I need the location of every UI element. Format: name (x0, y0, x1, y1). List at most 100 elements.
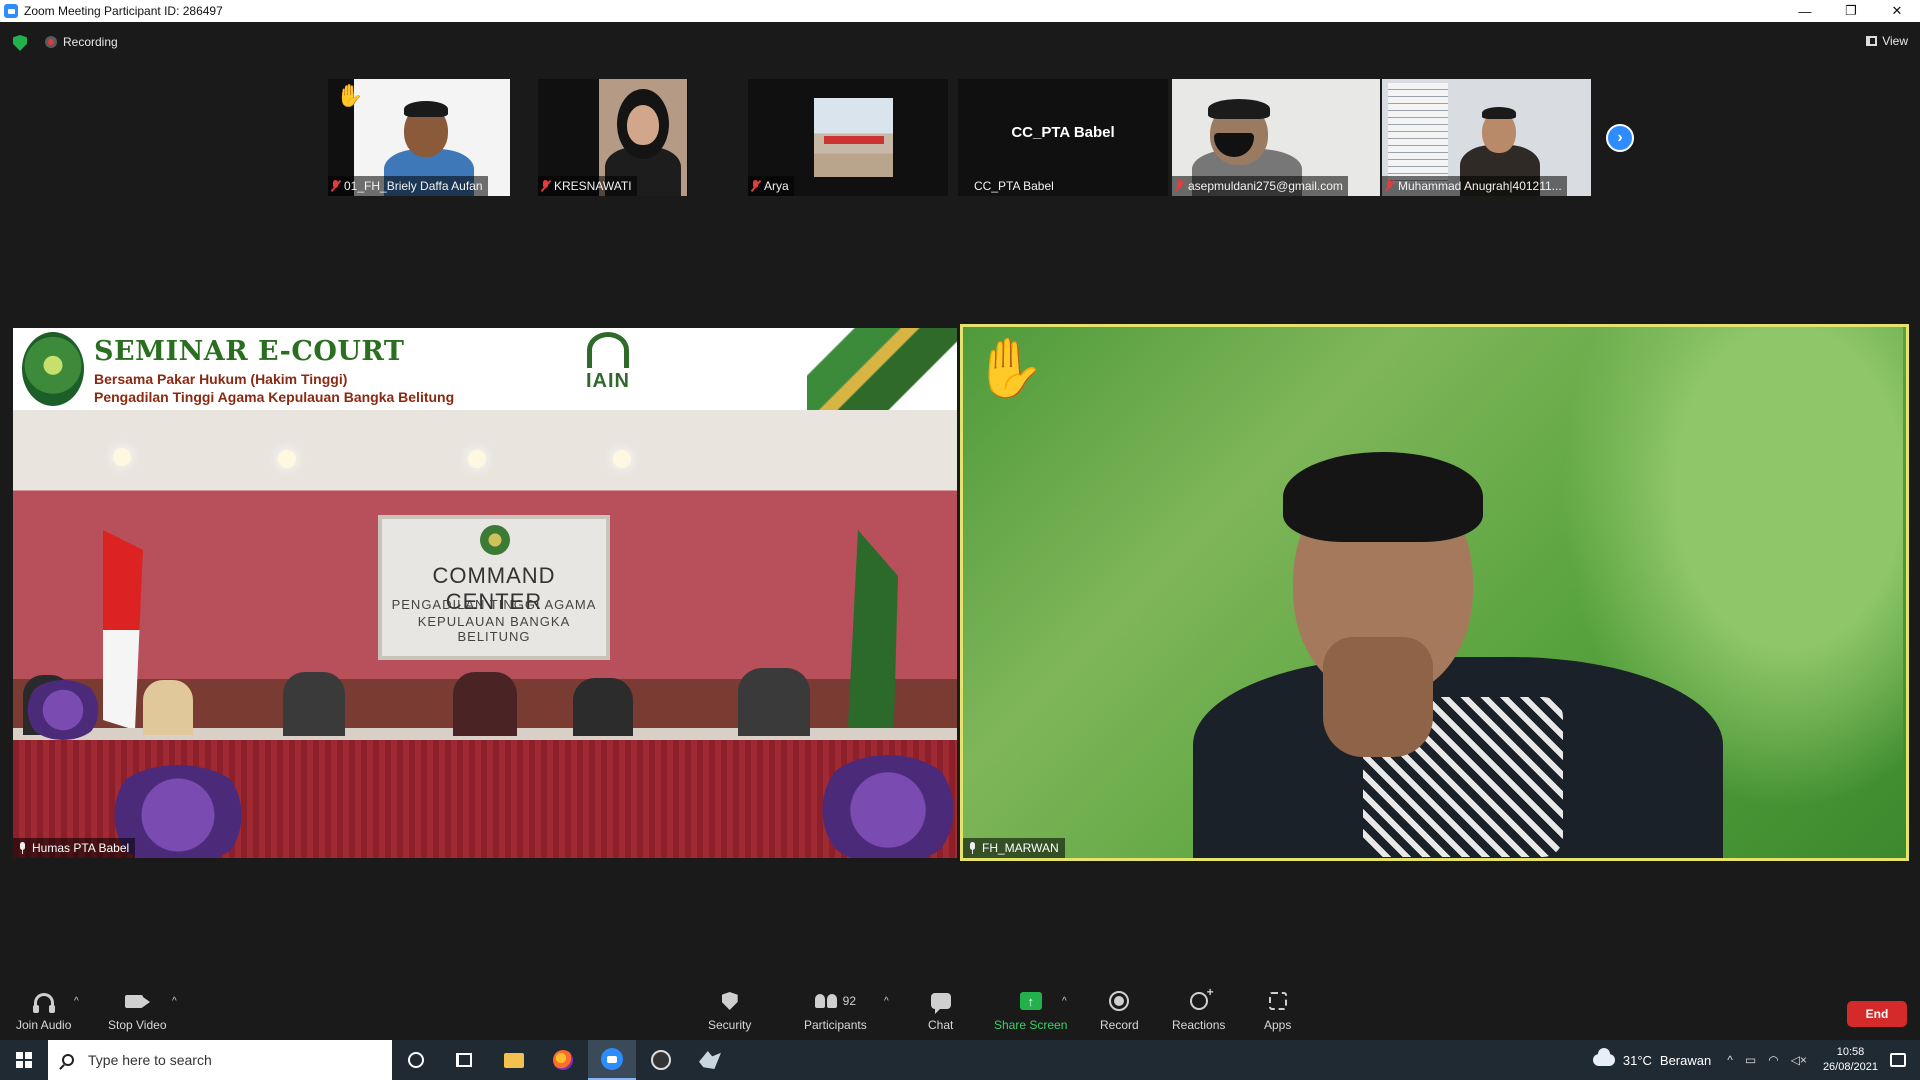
minimize-button[interactable]: — (1782, 0, 1828, 22)
reactions-button[interactable]: Reactions (1172, 985, 1226, 1032)
zoom-taskbar-button[interactable] (588, 1040, 636, 1080)
obs-button[interactable] (637, 1040, 685, 1080)
window-controls: — ❐ ✕ (1782, 0, 1920, 22)
share-screen-label: Share Screen (994, 1018, 1068, 1032)
shield-icon (721, 992, 738, 1010)
view-button[interactable]: View (1866, 34, 1908, 48)
reactions-label: Reactions (1172, 1018, 1226, 1032)
muted-mic-icon (541, 180, 550, 192)
raised-hand-icon: ✋ (973, 336, 1046, 401)
notification-icon[interactable] (1890, 1053, 1906, 1067)
muted-mic-icon (1175, 180, 1184, 192)
slide-subtitle-1: Bersama Pakar Hukum (Hakim Tinggi) (94, 371, 348, 387)
window-titlebar: Zoom Meeting Participant ID: 286497 — ❐ … (0, 0, 1920, 22)
participants-button[interactable]: 92 Participants (804, 990, 867, 1032)
participant-name: CC_PTA Babel (974, 179, 1054, 193)
apps-icon (1268, 992, 1287, 1010)
participant-name: Humas PTA Babel (32, 841, 130, 855)
record-label: Record (1100, 1018, 1139, 1032)
restore-button[interactable]: ❐ (1828, 0, 1874, 22)
raised-hand-icon: ✋ (336, 83, 364, 108)
participant-name: KRESNAWATI (554, 179, 632, 193)
meeting-room-scene: COMMAND CENTER PENGADILAN TINGGI AGAMA K… (13, 410, 957, 858)
video-tile-humas[interactable]: SEMINAR E-COURT Bersama Pakar Hukum (Hak… (13, 328, 957, 858)
window-title: Zoom Meeting Participant ID: 286497 (24, 4, 223, 18)
device-icon[interactable]: ▭ (1745, 1053, 1756, 1067)
view-label: View (1882, 34, 1908, 48)
participant-thumbnail[interactable]: ✋ 01_FH_Briely Daffa Aufan (328, 79, 510, 196)
pin-icon (968, 842, 977, 854)
audio-options-caret-icon[interactable]: ^ (74, 996, 79, 1007)
clock-time: 10:58 (1836, 1046, 1865, 1058)
decorative-ribbon (807, 328, 957, 410)
participant-name: Arya (764, 179, 789, 193)
speaker-muted-icon[interactable]: ◁× (1791, 1053, 1807, 1067)
weather-desc[interactable]: Berawan (1660, 1053, 1711, 1068)
bird-app-icon (699, 1051, 721, 1069)
stop-video-label: Stop Video (108, 1018, 167, 1032)
task-view-button[interactable] (440, 1040, 488, 1080)
taskbar-search[interactable]: Type here to search (48, 1040, 392, 1080)
video-tile-fh-marwan[interactable]: ✋ FH_MARWAN (960, 324, 1909, 861)
search-placeholder: Type here to search (88, 1052, 212, 1068)
windows-logo-icon (16, 1052, 32, 1068)
share-screen-button[interactable]: ↑ Share Screen (994, 990, 1067, 1032)
cortana-button[interactable] (392, 1040, 440, 1080)
participant-thumbnail[interactable]: asepmuldani275@gmail.com (1172, 79, 1380, 196)
clock-date: 26/08/2021 (1822, 1061, 1878, 1073)
tray-overflow-chevron-icon[interactable]: ^ (1727, 1053, 1733, 1067)
participant-thumbnail[interactable]: CC_PTA Babel CC_PTA Babel (958, 79, 1168, 196)
grid-view-icon (1866, 36, 1878, 46)
participant-name-tag: Muhammad Anugrah|401211... (1382, 176, 1567, 196)
share-screen-icon: ↑ (1019, 992, 1042, 1010)
file-explorer-button[interactable] (490, 1040, 538, 1080)
court-emblem-icon (22, 332, 84, 406)
app-button[interactable] (686, 1040, 734, 1080)
cortana-icon (408, 1052, 424, 1068)
meeting-controls: Join Audio ^ Stop Video ^ Security 92 Pa… (0, 980, 1920, 1040)
slide-subtitle-2: Pengadilan Tinggi Agama Kepulauan Bangka… (94, 389, 455, 405)
close-button[interactable]: ✕ (1874, 0, 1920, 22)
encryption-shield-icon[interactable] (13, 35, 27, 51)
clock[interactable]: 10:58 26/08/2021 (1823, 1045, 1878, 1075)
participant-name-tag: KRESNAWATI (538, 176, 637, 196)
chat-bubble-icon (930, 993, 951, 1014)
participant-name: FH_MARWAN (982, 841, 1059, 855)
pin-icon (18, 842, 27, 854)
firefox-icon (553, 1050, 573, 1070)
stop-video-button[interactable]: Stop Video (108, 990, 167, 1032)
end-meeting-button[interactable]: End (1847, 1001, 1907, 1027)
security-label: Security (708, 1018, 752, 1032)
firefox-button[interactable] (539, 1040, 587, 1080)
start-button[interactable] (0, 1040, 48, 1080)
next-page-arrow-icon[interactable]: › (1606, 124, 1634, 152)
chat-label: Chat (928, 1018, 954, 1032)
headphone-icon (32, 993, 55, 1013)
security-button[interactable]: Security (708, 990, 751, 1032)
participant-thumbnail[interactable]: Muhammad Anugrah|401211... (1382, 79, 1591, 196)
join-audio-button[interactable]: Join Audio (16, 990, 71, 1032)
participant-name-tag: CC_PTA Babel (958, 176, 1059, 196)
green-flag (848, 530, 898, 760)
slide-title: SEMINAR E-COURT (94, 336, 405, 367)
weather-temp[interactable]: 31°C (1623, 1053, 1652, 1068)
join-audio-label: Join Audio (16, 1018, 72, 1032)
share-options-caret-icon[interactable]: ^ (1062, 996, 1067, 1007)
cloud-weather-icon (1592, 1048, 1615, 1066)
chat-button[interactable]: Chat (928, 990, 953, 1032)
meeting-topbar: Recording View (0, 22, 1920, 64)
slide-banner: SEMINAR E-COURT Bersama Pakar Hukum (Hak… (13, 328, 957, 410)
apps-button[interactable]: Apps (1264, 990, 1291, 1032)
participants-count: 92 (842, 994, 857, 1008)
video-options-caret-icon[interactable]: ^ (172, 996, 177, 1007)
participants-options-caret-icon[interactable]: ^ (884, 996, 889, 1007)
recording-indicator[interactable]: Recording (45, 35, 118, 49)
zoom-app-icon (4, 4, 18, 18)
wifi-icon[interactable]: ◠ (1768, 1053, 1778, 1067)
participant-thumbnail[interactable]: KRESNAWATI (538, 79, 688, 196)
participant-thumbnail[interactable]: Arya (748, 79, 948, 196)
search-icon (62, 1054, 74, 1066)
record-button[interactable]: Record (1100, 990, 1139, 1032)
participant-name-tag: Arya (748, 176, 794, 196)
participant-video (814, 98, 893, 177)
